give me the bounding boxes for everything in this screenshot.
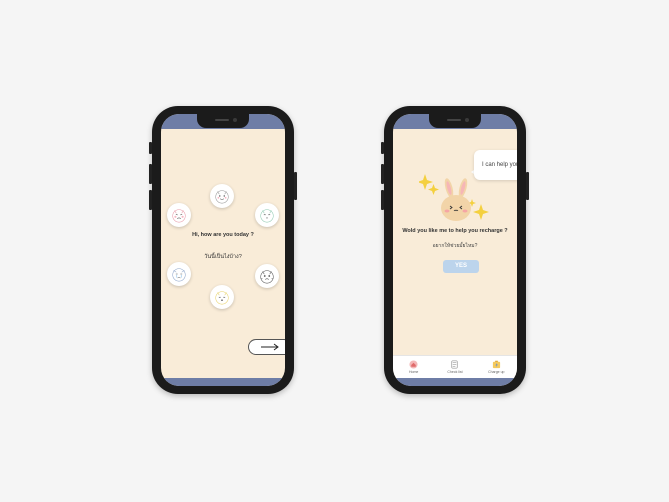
calm-face-icon (260, 209, 274, 223)
mood-screen: Hi, how are you today ? วันนี้เป็นไงบ้าง… (161, 114, 285, 386)
battery-icon (492, 360, 500, 369)
bunny-mascot (419, 174, 489, 221)
front-camera (465, 118, 469, 122)
home-icon (409, 360, 418, 369)
yes-button[interactable]: YES (443, 260, 479, 273)
home-indicator-bar (393, 378, 517, 386)
tab-checklist[interactable]: Check list (434, 356, 475, 378)
volume-down-button (381, 190, 384, 210)
tab-charge-up-label: Charge up (488, 370, 505, 374)
worried-face-icon (260, 270, 274, 284)
notch (429, 114, 481, 128)
arrow-right-icon (261, 343, 279, 351)
mood-option-calm[interactable] (255, 203, 279, 227)
phone-mood-check: Hi, how are you today ? วันนี้เป็นไงบ้าง… (149, 106, 297, 394)
checklist-icon (452, 360, 458, 369)
crying-face-icon (172, 268, 186, 282)
recharge-question-en: Wold you like me to help you recharge ? (402, 228, 508, 234)
tab-bar: Home Check list Charge up (393, 355, 517, 378)
mood-option-worried[interactable] (255, 264, 279, 288)
tab-home[interactable]: Home (393, 356, 434, 378)
sparkle-icon (473, 204, 489, 220)
volume-up-button (381, 164, 384, 184)
sparkle-icon (428, 184, 439, 195)
mute-switch (381, 142, 384, 154)
smiling-face-icon (215, 190, 229, 204)
mute-switch (149, 142, 152, 154)
front-camera (233, 118, 237, 122)
notch (197, 114, 249, 128)
tab-charge-up[interactable]: Charge up (476, 356, 517, 378)
power-button (294, 172, 297, 200)
mood-option-sad[interactable] (167, 262, 191, 286)
volume-down-button (149, 190, 152, 210)
tab-home-label: Home (408, 370, 419, 374)
phone-recharge: I can help you Wold you like me to help … (381, 106, 529, 394)
recharge-question-th: อยากให้ช่วยมั้ยไหม? (432, 243, 478, 249)
home-indicator-bar (161, 378, 285, 386)
angry-face-icon (172, 209, 186, 223)
mood-option-sleepy[interactable] (210, 285, 234, 309)
sparkle-icon (419, 174, 433, 190)
mood-question-en: Hi, how are you today ? (192, 232, 254, 238)
power-button (526, 172, 529, 200)
mood-question-th: วันนี้เป็นไงบ้าง? (204, 254, 242, 260)
tab-checklist-label: Check list (447, 370, 463, 374)
recharge-screen: I can help you Wold you like me to help … (393, 114, 517, 386)
speaker (447, 119, 461, 121)
mood-option-happy[interactable] (210, 184, 234, 208)
volume-up-button (149, 164, 152, 184)
speaker (215, 119, 229, 121)
next-button[interactable] (248, 339, 285, 355)
mood-option-angry[interactable] (167, 203, 191, 227)
sleepy-face-icon (215, 291, 229, 305)
